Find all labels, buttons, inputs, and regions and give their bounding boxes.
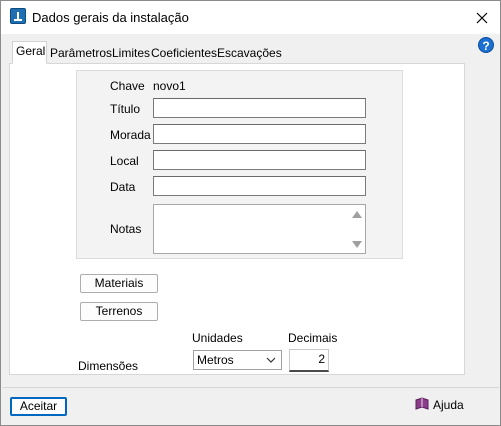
titulo-label: Título — [110, 102, 141, 116]
data-field[interactable] — [153, 176, 366, 196]
chave-label: Chave — [110, 79, 145, 93]
decimais-label: Decimais — [288, 331, 338, 345]
chave-value: novo1 — [153, 79, 186, 93]
decimais-field[interactable]: 2 — [289, 349, 329, 372]
aceitar-button[interactable]: Aceitar — [10, 397, 67, 416]
ajuda-label[interactable]: Ajuda — [433, 398, 464, 412]
unidades-select[interactable]: Metros — [193, 350, 282, 370]
morada-label: Morada — [110, 128, 151, 142]
title-bar: Dados gerais da instalação — [1, 1, 500, 34]
help-icon[interactable]: ? — [478, 37, 494, 53]
general-info-group: Chave novo1 Título Morada Local Data Not… — [76, 70, 403, 259]
close-button[interactable] — [463, 1, 500, 34]
notas-label: Notas — [110, 222, 142, 236]
titulo-field[interactable] — [153, 98, 366, 118]
dialog-window: Dados gerais da instalação ? Geral Parâm… — [0, 0, 501, 426]
tab-escavacoes[interactable]: Escavações — [213, 43, 286, 63]
dimensoes-label: Dimensões — [78, 359, 139, 373]
footer-divider — [2, 387, 499, 388]
local-label: Local — [110, 154, 139, 168]
scroll-down-arrow[interactable] — [352, 241, 362, 248]
local-field[interactable] — [153, 150, 366, 170]
window-title: Dados gerais da instalação — [32, 10, 189, 25]
unidades-value: Metros — [197, 353, 234, 367]
tab-panel-geral: Chave novo1 Título Morada Local Data Not… — [9, 63, 465, 375]
tab-geral[interactable]: Geral — [12, 41, 47, 64]
scroll-up-arrow[interactable] — [352, 211, 362, 218]
unidades-label: Unidades — [192, 331, 243, 345]
tab-parametros[interactable]: Parâmetros — [46, 43, 116, 63]
data-label: Data — [110, 180, 136, 194]
close-icon — [476, 12, 487, 23]
tab-coeficientes[interactable]: Coeficientes — [147, 43, 221, 63]
terrenos-button[interactable]: Terrenos — [80, 302, 158, 321]
materiais-button[interactable]: Materiais — [80, 274, 158, 293]
app-icon — [10, 8, 26, 24]
morada-field[interactable] — [153, 124, 366, 144]
notas-textarea[interactable] — [153, 204, 366, 254]
chevron-down-icon — [266, 357, 276, 363]
book-icon[interactable] — [414, 397, 430, 411]
